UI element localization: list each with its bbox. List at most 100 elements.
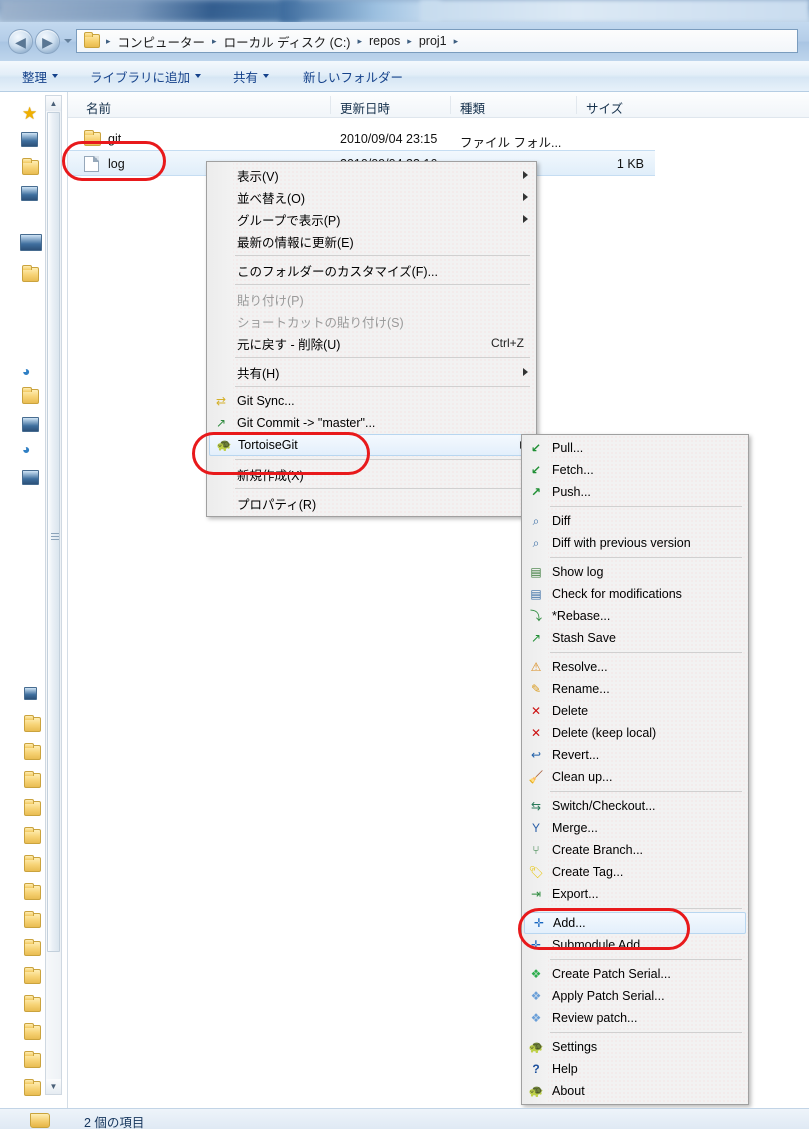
submenu-item-submodule-add[interactable]: ✛ Submodule Add: [522, 934, 748, 956]
homegroup-folder-icon[interactable]: [22, 387, 39, 404]
toolbar-item-share[interactable]: 共有: [225, 63, 277, 90]
context-menu-item-git-commit[interactable]: ↗ Git Commit -> "master"...: [207, 412, 536, 434]
submenu-item-diff[interactable]: ⌕ Diff: [522, 510, 748, 532]
submenu-item-show-log-label: Show log: [552, 565, 604, 579]
submenu-item-show-log[interactable]: ▤ Show log: [522, 561, 748, 583]
column-divider[interactable]: [576, 96, 577, 114]
tree-folder-icon[interactable]: [24, 1023, 41, 1040]
submenu-item-review-patch[interactable]: ❖ Review patch...: [522, 1007, 748, 1029]
recent-places-icon[interactable]: [21, 186, 38, 201]
toolbar-item-new-folder[interactable]: 新しいフォルダー: [295, 63, 411, 90]
column-header-name[interactable]: 名前: [86, 98, 111, 117]
git-commit-icon: ↗: [215, 416, 227, 430]
tortoisegit-submenu[interactable]: ↙ Pull... ↙ Fetch... ↗ Push... ⌕ Diff ⌕ …: [521, 434, 749, 1105]
context-menu-item-group-by[interactable]: グループで表示(P): [207, 208, 536, 230]
forward-button[interactable]: ▶: [35, 29, 60, 54]
tree-folder-icon[interactable]: [24, 1079, 41, 1096]
submenu-item-about[interactable]: 🐢 About: [522, 1080, 748, 1102]
breadcrumb-item-proj1[interactable]: proj1: [416, 34, 450, 48]
column-header-date-modified[interactable]: 更新日時: [340, 98, 390, 117]
submenu-arrow-icon: [523, 368, 528, 376]
scroll-up-button[interactable]: ▲: [46, 96, 61, 111]
history-dropdown-icon[interactable]: [64, 39, 72, 43]
submenu-item-delete-keep-local[interactable]: ✕ Delete (keep local): [522, 722, 748, 744]
submenu-item-resolve[interactable]: ⚠ Resolve...: [522, 656, 748, 678]
scroll-down-button[interactable]: ▼: [46, 1079, 61, 1094]
computer-icon[interactable]: [22, 417, 39, 432]
documents-folder-icon[interactable]: [22, 265, 39, 282]
control-panel-icon[interactable]: [22, 470, 39, 485]
submenu-item-stash-save[interactable]: ↗ Stash Save: [522, 627, 748, 649]
tree-folder-icon[interactable]: [24, 771, 41, 788]
tree-folder-icon[interactable]: [24, 883, 41, 900]
tree-folder-icon[interactable]: [24, 967, 41, 984]
context-menu-item-refresh[interactable]: 最新の情報に更新(E): [207, 230, 536, 252]
column-divider[interactable]: [330, 96, 331, 114]
context-menu-item-new[interactable]: 新規作成(X): [207, 463, 536, 485]
context-menu-item-undo-delete[interactable]: 元に戻す - 削除(U) Ctrl+Z: [207, 332, 536, 354]
tree-folder-icon[interactable]: [24, 855, 41, 872]
submenu-item-create-branch[interactable]: ⑂ Create Branch...: [522, 839, 748, 861]
tree-folder-icon[interactable]: [24, 911, 41, 928]
toolbar-item-organize[interactable]: 整理: [14, 63, 66, 90]
context-menu-item-tortoisegit[interactable]: 🐢 TortoiseGit: [209, 434, 534, 456]
network-icon[interactable]: ◕: [22, 442, 30, 456]
tree-folder-icon[interactable]: [24, 995, 41, 1012]
submenu-item-about-label: About: [552, 1084, 585, 1098]
tree-folder-icon[interactable]: [24, 1051, 41, 1068]
tree-folder-icon[interactable]: [24, 799, 41, 816]
submenu-item-clean-up[interactable]: 🧹 Clean up...: [522, 766, 748, 788]
submenu-item-rename[interactable]: ✎ Rename...: [522, 678, 748, 700]
submenu-item-merge[interactable]: Y Merge...: [522, 817, 748, 839]
breadcrumb-item-computer[interactable]: コンピューター: [115, 32, 209, 51]
window-title-bar: [0, 0, 809, 22]
submenu-item-create-tag[interactable]: 🏷 Create Tag...: [522, 861, 748, 883]
back-button[interactable]: ◀: [8, 29, 33, 54]
submenu-item-fetch[interactable]: ↙ Fetch...: [522, 459, 748, 481]
table-row[interactable]: git 2010/09/04 23:15 ファイル フォル...: [68, 126, 809, 152]
navigation-pane-scrollbar[interactable]: ▲ ▼: [45, 95, 62, 1095]
desktop-icon[interactable]: [21, 132, 38, 147]
context-menu-item-sort-by[interactable]: 並べ替え(O): [207, 186, 536, 208]
downloads-folder-icon[interactable]: [22, 158, 39, 175]
submenu-item-settings[interactable]: 🐢 Settings: [522, 1036, 748, 1058]
explorer-context-menu[interactable]: 表示(V) 並べ替え(O) グループで表示(P) 最新の情報に更新(E) このフ…: [206, 161, 537, 517]
submenu-item-add[interactable]: ✛ Add...: [524, 912, 746, 934]
add-icon: ✛: [533, 916, 545, 930]
submenu-item-diff-previous[interactable]: ⌕ Diff with previous version: [522, 532, 748, 554]
submenu-item-push[interactable]: ↗ Push...: [522, 481, 748, 503]
breadcrumb[interactable]: ▸ コンピューター ▸ ローカル ディスク (C:) ▸ repos ▸ pro…: [76, 29, 798, 53]
submenu-item-switch-checkout[interactable]: ⇆ Switch/Checkout...: [522, 795, 748, 817]
tree-folder-icon[interactable]: [24, 715, 41, 732]
submenu-item-help[interactable]: ? Help: [522, 1058, 748, 1080]
context-menu-item-customize-folder[interactable]: このフォルダーのカスタマイズ(F)...: [207, 259, 536, 281]
network-globe-icon[interactable]: ◕: [22, 364, 30, 378]
menu-separator: [550, 506, 742, 507]
tree-folder-icon[interactable]: [24, 827, 41, 844]
recycle-bin-icon[interactable]: [24, 687, 37, 700]
submenu-item-apply-patch-serial[interactable]: ❖ Apply Patch Serial...: [522, 985, 748, 1007]
favorites-star-icon[interactable]: ★: [22, 105, 37, 122]
submenu-item-create-patch-serial[interactable]: ❖ Create Patch Serial...: [522, 963, 748, 985]
tree-folder-icon[interactable]: [24, 743, 41, 760]
context-menu-item-git-sync[interactable]: ⇄ Git Sync...: [207, 390, 536, 412]
submenu-item-pull[interactable]: ↙ Pull...: [522, 437, 748, 459]
column-divider[interactable]: [450, 96, 451, 114]
context-menu-item-share[interactable]: 共有(H): [207, 361, 536, 383]
submenu-item-export[interactable]: ⇥ Export...: [522, 883, 748, 905]
context-menu-item-properties[interactable]: プロパティ(R): [207, 492, 536, 514]
tree-folder-icon[interactable]: [24, 939, 41, 956]
breadcrumb-item-local-disk[interactable]: ローカル ディスク (C:): [221, 32, 354, 51]
toolbar-item-add-to-library[interactable]: ライブラリに追加: [82, 63, 209, 90]
context-menu-item-view[interactable]: 表示(V): [207, 164, 536, 186]
submenu-item-check-modifications[interactable]: ▤ Check for modifications: [522, 583, 748, 605]
libraries-icon[interactable]: [20, 234, 42, 251]
submenu-item-delete[interactable]: ✕ Delete: [522, 700, 748, 722]
submenu-item-rebase[interactable]: ⤵ *Rebase...: [522, 605, 748, 627]
column-header-type[interactable]: 種類: [460, 98, 485, 117]
chevron-down-icon: [52, 74, 59, 78]
submenu-item-revert[interactable]: ↩ Revert...: [522, 744, 748, 766]
column-header-size[interactable]: サイズ: [586, 98, 623, 117]
scrollbar-thumb[interactable]: [47, 112, 60, 952]
breadcrumb-item-repos[interactable]: repos: [366, 34, 403, 48]
